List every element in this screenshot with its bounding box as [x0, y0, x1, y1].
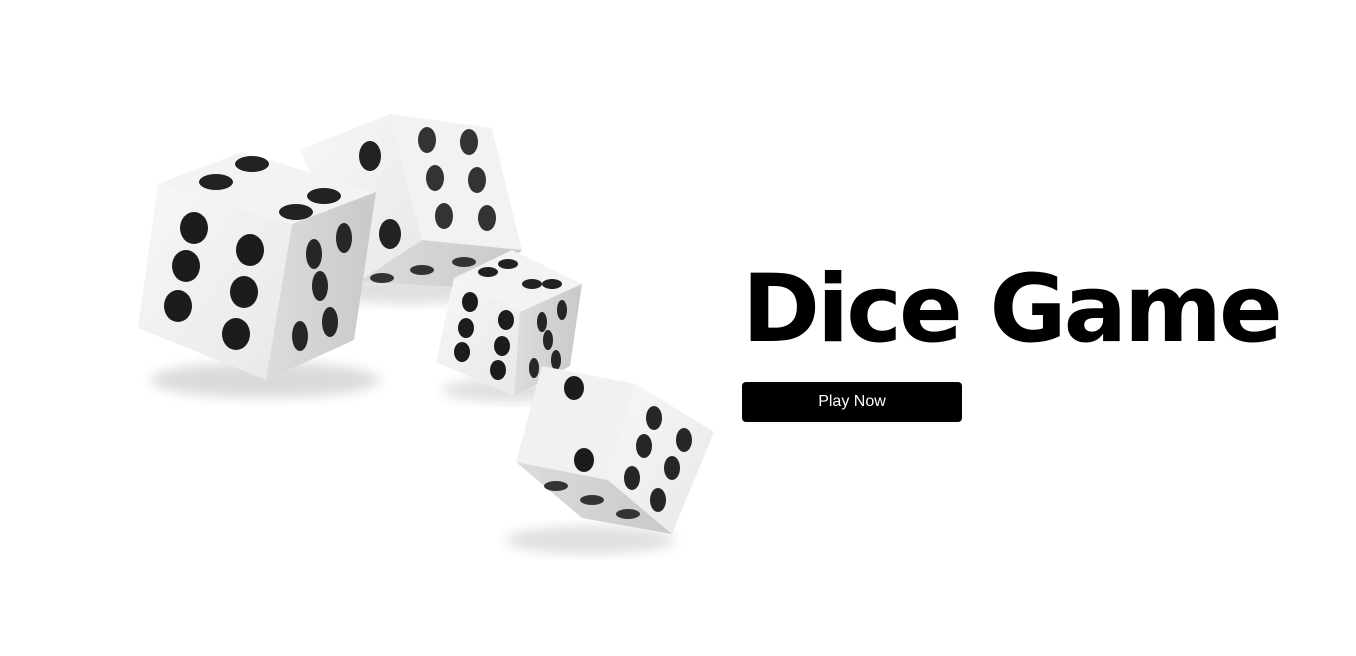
dice-illustration: [138, 114, 714, 554]
die-large: [138, 152, 380, 398]
landing-page: Dice Game Play Now: [0, 0, 1356, 656]
page-title: Dice Game: [742, 255, 1283, 364]
play-now-button[interactable]: Play Now: [742, 382, 962, 422]
die-lower: [505, 366, 714, 554]
hero-content: Dice Game Play Now: [742, 255, 1322, 422]
